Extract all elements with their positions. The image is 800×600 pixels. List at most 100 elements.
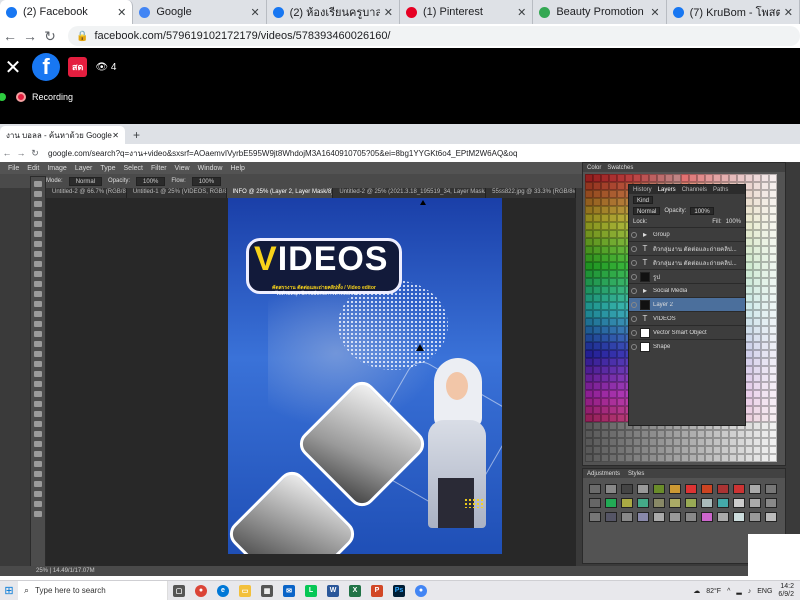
color-swatch[interactable] [585, 358, 593, 366]
color-swatch[interactable] [753, 310, 761, 318]
color-swatch[interactable] [761, 278, 769, 286]
facebook-logo-icon[interactable]: f [32, 53, 60, 81]
color-swatch[interactable] [609, 238, 617, 246]
color-swatch[interactable] [609, 374, 617, 382]
color-swatch[interactable] [609, 446, 617, 454]
color-swatch[interactable] [745, 262, 753, 270]
color-swatch[interactable] [593, 342, 601, 350]
color-swatch[interactable] [761, 254, 769, 262]
layer-row[interactable]: ▸ Group [629, 227, 745, 241]
color-swatch[interactable] [689, 454, 697, 462]
menu-item[interactable]: Type [100, 165, 115, 172]
color-swatch[interactable] [601, 206, 609, 214]
color-swatch[interactable] [769, 342, 777, 350]
color-swatch[interactable] [593, 310, 601, 318]
address-bar[interactable]: 🔒 facebook.com/579619102172179/videos/57… [68, 26, 800, 46]
color-swatch[interactable] [729, 438, 737, 446]
color-swatch[interactable] [657, 430, 665, 438]
color-swatch[interactable] [761, 302, 769, 310]
color-swatch[interactable] [665, 454, 673, 462]
color-swatch[interactable] [769, 454, 777, 462]
color-swatch[interactable] [753, 326, 761, 334]
tool-icon[interactable] [34, 231, 42, 237]
color-swatch[interactable] [641, 430, 649, 438]
color-swatch[interactable] [609, 254, 617, 262]
document-tab[interactable]: 55ss822.jpg @ 33.3% (RGB/8#) [486, 188, 576, 198]
color-swatch[interactable] [617, 374, 625, 382]
color-swatch[interactable] [617, 286, 625, 294]
style-preset[interactable] [733, 498, 745, 508]
color-swatch[interactable] [593, 286, 601, 294]
color-swatch[interactable] [697, 174, 705, 182]
color-swatch[interactable] [761, 182, 769, 190]
layer-row[interactable]: Layer 2 [629, 297, 745, 311]
color-swatch[interactable] [609, 390, 617, 398]
color-swatch[interactable] [601, 302, 609, 310]
color-swatch[interactable] [761, 206, 769, 214]
color-swatch[interactable] [593, 246, 601, 254]
color-swatch[interactable] [753, 398, 761, 406]
color-swatch[interactable] [617, 326, 625, 334]
mail-icon[interactable]: ✉ [278, 581, 300, 600]
color-swatch[interactable] [617, 366, 625, 374]
tool-icon[interactable] [34, 371, 42, 377]
color-swatch[interactable] [753, 254, 761, 262]
menu-item[interactable]: Help [231, 165, 245, 172]
color-swatch[interactable] [769, 350, 777, 358]
menu-item[interactable]: View [175, 165, 190, 172]
color-swatch[interactable] [761, 382, 769, 390]
color-swatch[interactable] [769, 198, 777, 206]
poster-canvas[interactable]: VIDEOS คัดสรรงาน ตัดต่อและถ่ายคลิปทั้ง /… [228, 198, 502, 554]
color-swatch[interactable] [705, 174, 713, 182]
color-swatch[interactable] [593, 374, 601, 382]
color-swatch[interactable] [761, 222, 769, 230]
color-swatch[interactable] [609, 222, 617, 230]
color-swatch[interactable] [745, 318, 753, 326]
color-swatch[interactable] [609, 350, 617, 358]
color-swatch[interactable] [681, 446, 689, 454]
tool-icon[interactable] [34, 491, 42, 497]
color-swatch[interactable] [761, 438, 769, 446]
color-swatch[interactable] [665, 438, 673, 446]
color-swatch[interactable] [689, 446, 697, 454]
color-swatch[interactable] [617, 430, 625, 438]
color-swatch[interactable] [593, 206, 601, 214]
color-swatch[interactable] [697, 430, 705, 438]
color-swatch[interactable] [745, 430, 753, 438]
color-swatch[interactable] [609, 182, 617, 190]
color-swatch[interactable] [745, 334, 753, 342]
color-swatch[interactable] [745, 278, 753, 286]
style-preset[interactable] [765, 512, 777, 522]
color-swatch[interactable] [745, 438, 753, 446]
color-swatch[interactable] [609, 406, 617, 414]
style-preset[interactable] [589, 498, 601, 508]
color-swatch[interactable] [769, 422, 777, 430]
color-swatch[interactable] [593, 318, 601, 326]
color-swatch[interactable] [753, 438, 761, 446]
color-swatch[interactable] [769, 446, 777, 454]
tool-icon[interactable] [34, 501, 42, 507]
color-swatch[interactable] [617, 318, 625, 326]
layer-row[interactable]: T VIDEOS [629, 311, 745, 325]
color-swatch[interactable] [745, 390, 753, 398]
color-swatch[interactable] [585, 310, 593, 318]
visibility-eye-icon[interactable] [631, 259, 637, 266]
color-swatch[interactable] [601, 350, 609, 358]
color-swatch[interactable] [761, 406, 769, 414]
close-icon[interactable]: ✕ [650, 6, 659, 19]
color-swatch[interactable] [769, 262, 777, 270]
clock[interactable]: 14:2 6/9/2 [778, 583, 794, 599]
fill-field[interactable]: 100% [726, 219, 741, 225]
style-preset[interactable] [605, 498, 617, 508]
color-swatch[interactable] [585, 350, 593, 358]
style-preset[interactable] [701, 484, 713, 494]
color-swatch[interactable] [737, 174, 745, 182]
color-swatch[interactable] [585, 222, 593, 230]
color-swatch[interactable] [617, 382, 625, 390]
color-swatch[interactable] [625, 454, 633, 462]
tool-icon[interactable] [34, 421, 42, 427]
menu-item[interactable]: Edit [27, 165, 39, 172]
color-swatch[interactable] [673, 446, 681, 454]
color-swatch[interactable] [681, 174, 689, 182]
tool-icon[interactable] [34, 291, 42, 297]
